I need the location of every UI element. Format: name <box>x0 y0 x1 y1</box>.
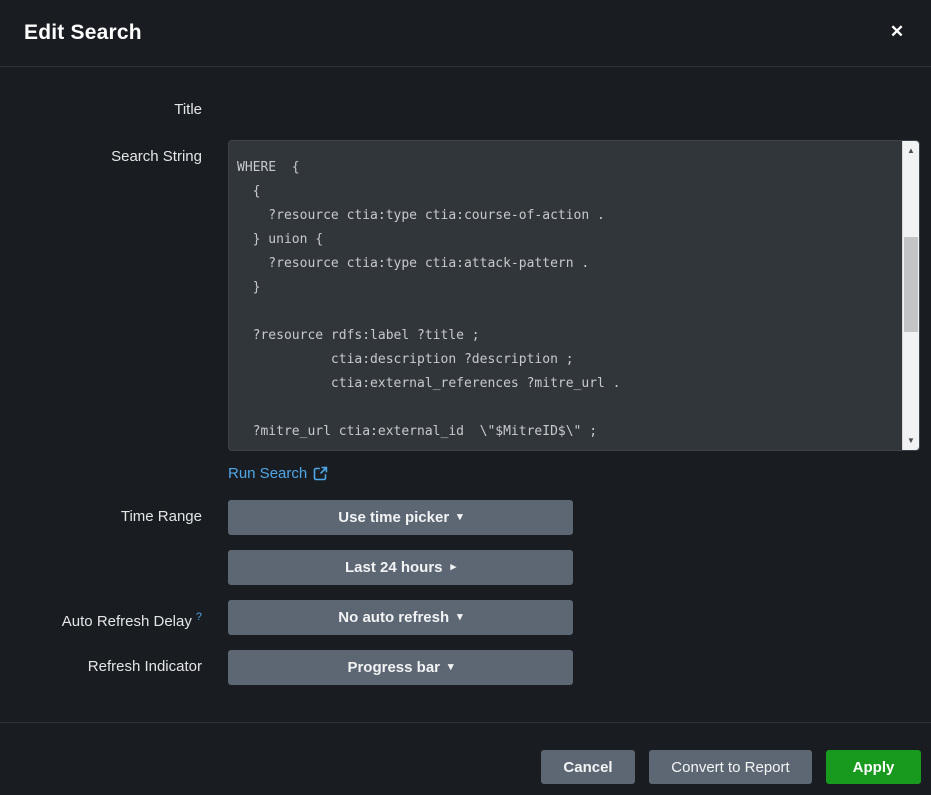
external-link-icon <box>313 466 328 481</box>
time-range-preset-value: Last 24 hours <box>345 559 443 576</box>
close-button[interactable]: ✕ <box>879 14 915 50</box>
search-string-textarea[interactable]: WHERE { { ?resource ctia:type ctia:cours… <box>229 141 902 450</box>
auto-refresh-delay-text: Auto Refresh Delay <box>62 613 192 630</box>
refresh-indicator-label: Refresh Indicator <box>0 657 202 677</box>
chevron-down-icon: ▾ <box>457 612 463 623</box>
scroll-down-icon: ▼ <box>907 436 915 445</box>
chevron-down-icon: ▾ <box>457 512 463 523</box>
editor-scrollbar-thumb[interactable] <box>904 237 918 332</box>
refresh-indicator-dropdown[interactable]: Progress bar ▾ <box>228 650 573 685</box>
chevron-right-icon: ▸ <box>451 562 457 573</box>
page-title: Edit Search <box>24 21 142 45</box>
refresh-indicator-value: Progress bar <box>347 659 440 676</box>
edit-search-modal: Edit Search ✕ Title Search String WHERE … <box>0 0 931 795</box>
search-string-label: Search String <box>0 147 202 167</box>
title-input[interactable] <box>228 96 920 126</box>
apply-button[interactable]: Apply <box>826 750 921 784</box>
auto-refresh-value: No auto refresh <box>338 609 449 626</box>
run-search-link[interactable]: Run Search <box>228 463 328 483</box>
modal-footer: Cancel Convert to Report Apply <box>0 722 931 795</box>
title-label: Title <box>0 100 202 120</box>
close-icon: ✕ <box>890 22 904 42</box>
search-string-editor: WHERE { { ?resource ctia:type ctia:cours… <box>228 140 920 451</box>
editor-scrollbar-track[interactable]: ▲ ▼ <box>902 141 919 450</box>
chevron-down-icon: ▾ <box>448 662 454 673</box>
auto-refresh-delay-label: Auto Refresh Delay? <box>0 607 202 632</box>
modal-header: Edit Search ✕ <box>0 0 931 67</box>
auto-refresh-dropdown[interactable]: No auto refresh ▾ <box>228 600 573 635</box>
time-range-label: Time Range <box>0 507 202 527</box>
time-range-preset-button[interactable]: Last 24 hours ▸ <box>228 550 573 585</box>
run-search-label: Run Search <box>228 465 307 482</box>
time-picker-dropdown[interactable]: Use time picker ▾ <box>228 500 573 535</box>
convert-to-report-button[interactable]: Convert to Report <box>649 750 812 784</box>
time-picker-value: Use time picker <box>338 509 449 526</box>
scroll-up-icon: ▲ <box>907 146 915 155</box>
scroll-up-button[interactable]: ▲ <box>903 143 919 158</box>
scroll-down-button[interactable]: ▼ <box>903 433 919 448</box>
help-icon[interactable]: ? <box>196 611 202 623</box>
cancel-button[interactable]: Cancel <box>541 750 635 784</box>
